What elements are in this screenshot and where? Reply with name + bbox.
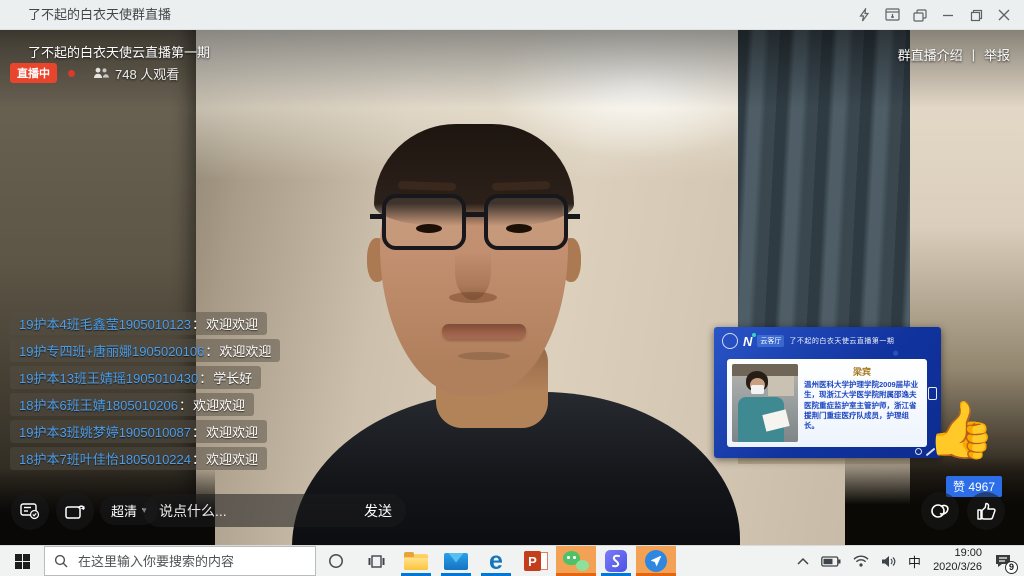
chat-message: 18护本6班王婧1805010206：欢迎欢迎 <box>10 393 254 416</box>
cortana-button[interactable] <box>316 546 356 576</box>
chat-message-list[interactable]: 19护本4班毛鑫莹1905010123：欢迎欢迎 19护专四班+唐丽娜19050… <box>10 312 490 474</box>
restore-icon[interactable] <box>962 0 990 30</box>
chat-username: 18护本7班叶佳怡1805010224 <box>19 449 191 468</box>
window-title: 了不起的白衣天使群直播 <box>28 0 171 30</box>
chat-username: 19护专四班+唐丽娜1905020106 <box>19 341 204 360</box>
taskbar-app-file-explorer[interactable] <box>396 546 436 576</box>
viewer-count: 748 人观看 <box>93 64 179 83</box>
taskbar-app-paperplane[interactable] <box>636 546 676 576</box>
task-view-button[interactable] <box>356 546 396 576</box>
paper-plane-icon <box>645 550 667 572</box>
cascade-windows-icon[interactable] <box>906 0 934 30</box>
chat-text: 学长好 <box>213 368 252 387</box>
headset-icon <box>915 448 922 455</box>
edge-icon: e <box>489 549 503 574</box>
university-seal-logo <box>722 333 738 349</box>
powerpoint-icon: P <box>524 551 548 571</box>
taskbar-search[interactable] <box>44 546 316 576</box>
speaker-bio: 温州医科大学护理学院2009届毕业生，现浙江大学医学院附属邵逸夫医院重症监护室主… <box>804 380 920 432</box>
file-explorer-icon <box>404 552 428 570</box>
taskbar-app-mail[interactable] <box>436 546 476 576</box>
chat-username: 18护本6班王婧1805010206 <box>19 395 178 414</box>
chat-text: 欢迎欢迎 <box>206 449 258 468</box>
wechat-icon <box>563 551 589 571</box>
pin-window-icon[interactable] <box>878 0 906 30</box>
windows-taskbar: e P <box>0 545 1024 576</box>
flip-camera-icon <box>64 502 86 521</box>
chat-input[interactable] <box>157 502 356 520</box>
taskbar-app-powerpoint[interactable]: P <box>516 546 556 576</box>
search-icon <box>54 554 68 568</box>
wifi-icon[interactable] <box>847 546 875 576</box>
pip-presentation-slide[interactable]: N 云客厅 了不起的白衣天使云直播第一期 梁宾 温州医科大学护理学院2009届毕… <box>714 327 941 458</box>
mail-icon <box>444 553 468 570</box>
battery-icon[interactable] <box>815 546 847 576</box>
taskbar-clock[interactable]: 19:00 2020/3/26 <box>927 546 986 576</box>
ime-indicator[interactable]: 中 <box>902 546 927 576</box>
task-view-icon <box>368 554 385 569</box>
search-input[interactable] <box>76 553 306 570</box>
desktop: 了不起的白衣天使群直播 <box>0 0 1024 576</box>
speaker-photo <box>732 364 798 442</box>
floating-like-emoji: 👍 <box>926 402 996 458</box>
thumbs-up-icon <box>976 501 997 521</box>
eyeglasses <box>382 194 466 250</box>
clock-date: 2020/3/26 <box>933 561 982 575</box>
send-button[interactable]: 发送 <box>364 501 392 521</box>
speaker-card: 梁宾 温州医科大学护理学院2009届毕业生，现浙江大学医学院附属邵逸夫医院重症监… <box>727 359 927 447</box>
live-video-canvas: 了不起的白衣天使云直播第一期 直播中 748 人观看 群直播介绍 | 举报 19… <box>0 30 1024 545</box>
chat-text: 欢迎欢迎 <box>206 422 258 441</box>
danmaku-icon <box>20 503 40 520</box>
group-live-intro-link[interactable]: 群直播介绍 <box>898 45 963 64</box>
chat-message: 18护本7班叶佳怡1805010224：欢迎欢迎 <box>10 447 267 470</box>
chat-message: 19护专四班+唐丽娜1905020106：欢迎欢迎 <box>10 339 280 362</box>
stream-session-title: 了不起的白衣天使云直播第一期 <box>28 42 210 61</box>
purple-app-icon <box>605 550 627 572</box>
live-dot <box>68 70 75 77</box>
chat-message: 19护本4班毛鑫莹1905010123：欢迎欢迎 <box>10 312 267 335</box>
like-button[interactable] <box>967 492 1005 530</box>
cortana-icon <box>328 553 344 569</box>
notification-count-badge: 9 <box>1005 561 1018 574</box>
chat-message: 19护本3班姚梦婷1905010087：欢迎欢迎 <box>10 420 267 443</box>
chat-text: 欢迎欢迎 <box>206 314 258 333</box>
chat-input-pill: 发送 <box>143 494 406 527</box>
quick-actions-icon[interactable] <box>850 0 878 30</box>
chat-text: 欢迎欢迎 <box>219 341 271 360</box>
chat-username: 19护本13班王婧瑶1905010430 <box>19 368 198 387</box>
chat-text: 欢迎欢迎 <box>193 395 245 414</box>
minimize-icon[interactable] <box>934 0 962 30</box>
taskbar-app-edge[interactable]: e <box>476 546 516 576</box>
danmaku-toggle-button[interactable] <box>11 492 49 530</box>
flip-camera-button[interactable] <box>56 492 94 530</box>
report-link[interactable]: 举报 <box>984 45 1010 64</box>
chat-username: 19护本3班姚梦婷1905010087 <box>19 422 191 441</box>
taskbar-app-wechat[interactable] <box>556 546 596 576</box>
close-icon[interactable] <box>990 0 1018 30</box>
live-status-badge: 直播中 <box>10 63 57 83</box>
chat-message: 19护本13班王婧瑶1905010430：学长好 <box>10 366 261 389</box>
window-titlebar: 了不起的白衣天使群直播 <box>0 0 1024 30</box>
volume-icon[interactable] <box>875 546 902 576</box>
quality-label: 超清 <box>111 501 137 520</box>
taskbar-app-purple[interactable] <box>596 546 636 576</box>
n-channel-logo: N <box>743 334 752 349</box>
share-icon <box>929 501 951 521</box>
viewers-icon <box>93 67 109 79</box>
menu-divider: | <box>972 47 975 62</box>
speaker-name: 梁宾 <box>804 365 920 378</box>
start-button[interactable] <box>0 546 44 576</box>
tray-chevron-up-icon[interactable] <box>791 546 815 576</box>
clock-time: 19:00 <box>954 547 982 561</box>
windows-logo-icon <box>15 554 30 569</box>
share-button[interactable] <box>921 492 959 530</box>
slide-header-title: 了不起的白衣天使云直播第一期 <box>789 336 894 346</box>
channel-name: 云客厅 <box>757 335 784 347</box>
action-center-button[interactable]: 9 <box>986 546 1024 576</box>
chat-username: 19护本4班毛鑫莹1905010123 <box>19 314 191 333</box>
